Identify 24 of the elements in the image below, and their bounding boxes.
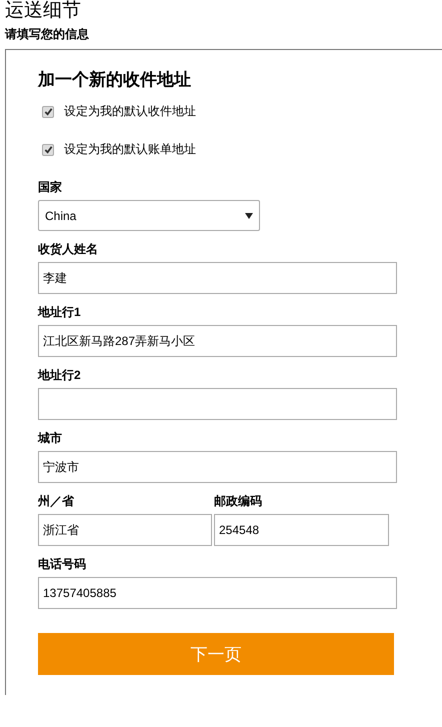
input-field[interactable]: 宁波市 — [38, 451, 397, 483]
field-label: 收货人姓名 — [38, 241, 99, 255]
subtitle: 请填写您的信息 — [5, 26, 90, 42]
field-label: 邮政编码 — [214, 493, 263, 507]
checkbox[interactable] — [42, 106, 54, 118]
page-title: 运送细节 — [4, 0, 82, 22]
checkbox[interactable] — [42, 144, 54, 156]
field-label: 地址行2 — [38, 367, 82, 381]
field-label: 地址行1 — [38, 304, 82, 318]
field-label: 州／省 — [38, 493, 75, 507]
input-field[interactable]: 江北区新马路287弄新马小区 — [38, 325, 397, 357]
input-field[interactable]: 13757405885 — [38, 577, 397, 609]
input-field[interactable]: 李建 — [38, 262, 397, 294]
field-label: 国家 — [38, 179, 63, 193]
field-label: 城市 — [38, 430, 63, 444]
checkbox-label: 设定为我的默认账单地址 — [64, 141, 196, 158]
input-field[interactable]: 浙江省 — [38, 514, 212, 546]
form-heading: 加一个新的收件地址 — [38, 69, 192, 91]
field-label: 电话号码 — [38, 556, 87, 570]
checkbox-label: 设定为我的默认收件地址 — [64, 103, 196, 120]
input-field[interactable]: 254548 — [214, 514, 389, 546]
country-dropdown[interactable]: China — [38, 200, 260, 231]
input-field[interactable] — [38, 388, 397, 420]
caret-icon — [245, 212, 253, 218]
